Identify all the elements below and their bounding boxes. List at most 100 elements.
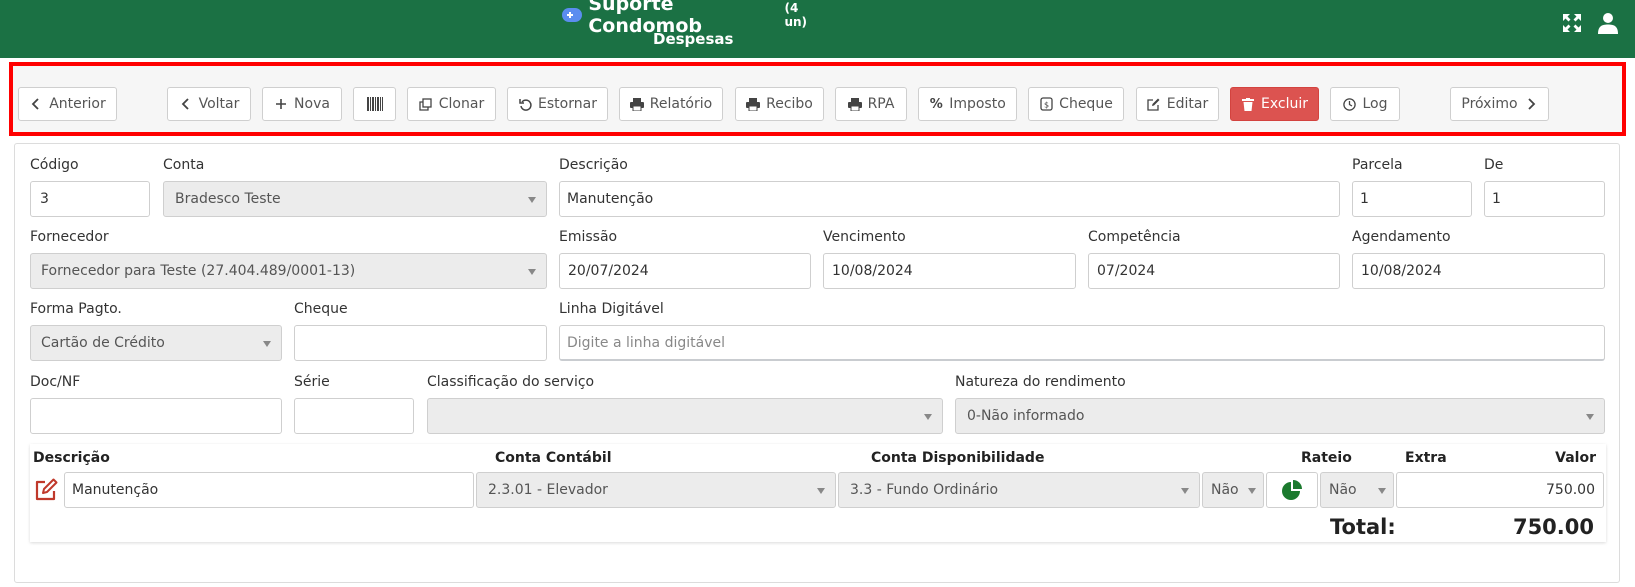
classificacao-label: Classificação do serviço: [427, 374, 595, 390]
codigo-label: Código: [30, 157, 79, 173]
row-rateio-select[interactable]: Não: [1202, 472, 1264, 508]
pie-chart-icon: [1282, 480, 1302, 500]
natureza-label: Natureza do rendimento: [955, 374, 1126, 390]
chevron-down-icon: [817, 488, 825, 494]
reverse-label: Estornar: [538, 96, 597, 112]
items-table: Descrição Conta Contábil Conta Disponibi…: [30, 444, 1606, 542]
barcode-button[interactable]: [353, 87, 396, 121]
col-valor-header: Valor: [1555, 450, 1596, 466]
log-button[interactable]: Log: [1330, 87, 1400, 121]
previous-button[interactable]: Anterior: [18, 87, 117, 121]
emissao-input[interactable]: 20/07/2024: [559, 253, 811, 289]
trash-icon: [1241, 97, 1255, 111]
doc-nf-input[interactable]: [30, 398, 282, 434]
previous-label: Anterior: [49, 96, 106, 112]
chevron-down-icon: [1181, 488, 1189, 494]
serie-label: Série: [294, 374, 330, 390]
fullscreen-icon[interactable]: [1561, 12, 1583, 34]
de-label: De: [1484, 157, 1504, 173]
codigo-input[interactable]: 3: [30, 181, 150, 217]
rpa-button[interactable]: RPA: [835, 87, 907, 121]
chevron-left-icon: [29, 97, 43, 111]
forma-pagto-select[interactable]: Cartão de Crédito: [30, 325, 282, 361]
new-button[interactable]: Nova: [262, 87, 342, 121]
row-conta-disp-select[interactable]: 3.3 - Fundo Ordinário: [838, 472, 1200, 508]
next-button[interactable]: Próximo: [1450, 87, 1549, 121]
svg-text:$: $: [1044, 101, 1049, 110]
check-button[interactable]: $ Cheque: [1028, 87, 1124, 121]
app-header: Suporte Condomob (4 un) Despesas: [0, 0, 1635, 58]
emissao-label: Emissão: [559, 229, 618, 245]
row-extra-select[interactable]: Não: [1320, 472, 1394, 508]
log-label: Log: [1362, 96, 1388, 112]
chevron-down-icon: [1586, 414, 1594, 420]
fornecedor-select[interactable]: Fornecedor para Teste (27.404.489/0001-1…: [30, 253, 547, 289]
conta-label: Conta: [163, 157, 205, 173]
linha-digitavel-placeholder: Digite a linha digitável: [567, 334, 725, 351]
serie-input[interactable]: [294, 398, 414, 434]
cheque-label: Cheque: [294, 301, 348, 317]
tax-label: Imposto: [949, 96, 1006, 112]
back-button[interactable]: Voltar: [167, 87, 251, 121]
page-title: Despesas: [653, 30, 734, 48]
classificacao-select[interactable]: [427, 398, 943, 434]
cheque-input[interactable]: [294, 325, 547, 361]
delete-label: Excluir: [1261, 96, 1308, 112]
barcode-icon: [366, 97, 383, 111]
action-toolbar: Anterior Voltar Nova Clonar Estornar Rel…: [9, 62, 1626, 136]
edit-label: Editar: [1166, 96, 1209, 112]
edit-button[interactable]: Editar: [1136, 87, 1219, 121]
header-title-block: Suporte Condomob (4 un) Despesas: [562, 0, 822, 48]
natureza-select[interactable]: 0-Não informado: [955, 398, 1605, 434]
printer-icon: [629, 97, 644, 111]
units-count: (4 un): [784, 1, 808, 29]
printer-icon: [847, 97, 862, 111]
chevron-down-icon: [1248, 488, 1256, 494]
parcela-input[interactable]: 1: [1352, 181, 1472, 217]
clock-icon: [1342, 97, 1356, 111]
row-conta-contabil-select[interactable]: 2.3.01 - Elevador: [476, 472, 836, 508]
competencia-label: Competência: [1088, 229, 1181, 245]
edit-row-icon[interactable]: [34, 478, 58, 502]
reverse-button[interactable]: Estornar: [507, 87, 608, 121]
linha-digitavel-label: Linha Digitável: [559, 301, 664, 317]
rpa-label: RPA: [867, 96, 895, 112]
back-label: Voltar: [198, 96, 240, 112]
delete-button[interactable]: Excluir: [1230, 87, 1319, 121]
clone-button[interactable]: Clonar: [407, 87, 496, 121]
descricao-input[interactable]: Manutenção: [559, 181, 1340, 217]
agendamento-input[interactable]: 10/08/2024: [1352, 253, 1605, 289]
chevron-right-icon: [1524, 97, 1538, 111]
competencia-input[interactable]: 07/2024: [1088, 253, 1340, 289]
row-conta-disp-value: 3.3 - Fundo Ordinário: [850, 482, 999, 498]
chevron-left-icon: [179, 97, 193, 111]
chevron-down-icon: [263, 341, 271, 347]
col-extra-header: Extra: [1405, 450, 1447, 466]
copy-icon: [419, 97, 433, 111]
check-label: Cheque: [1059, 96, 1113, 112]
receipt-label: Recibo: [766, 96, 813, 112]
conta-select[interactable]: Bradesco Teste: [163, 181, 547, 217]
col-rateio-header: Rateio: [1301, 450, 1352, 466]
undo-icon: [518, 97, 532, 111]
receipt-button[interactable]: Recibo: [735, 87, 824, 121]
row-descricao-input[interactable]: Manutenção: [64, 472, 474, 508]
tax-button[interactable]: % Imposto: [918, 87, 1017, 121]
report-button[interactable]: Relatório: [619, 87, 723, 121]
total-value: 750.00: [1512, 515, 1594, 539]
col-conta-disp-header: Conta Disponibilidade: [871, 450, 1045, 466]
natureza-value: 0-Não informado: [967, 408, 1085, 424]
linha-digitavel-input[interactable]: Digite a linha digitável: [559, 325, 1605, 361]
user-icon[interactable]: [1597, 12, 1619, 34]
de-input[interactable]: 1: [1484, 181, 1605, 217]
col-descricao-header: Descrição: [33, 450, 110, 466]
descricao-label: Descrição: [559, 157, 628, 173]
row-rateio-value: Não: [1211, 482, 1239, 498]
vencimento-input[interactable]: 10/08/2024: [823, 253, 1076, 289]
row-valor-input[interactable]: 750.00: [1396, 472, 1604, 508]
forma-pagto-value: Cartão de Crédito: [41, 335, 165, 351]
rateio-pie-button[interactable]: [1266, 472, 1318, 508]
row-conta-contabil-value: 2.3.01 - Elevador: [488, 482, 608, 498]
gamepad-icon: [562, 8, 583, 22]
next-label: Próximo: [1461, 96, 1518, 112]
